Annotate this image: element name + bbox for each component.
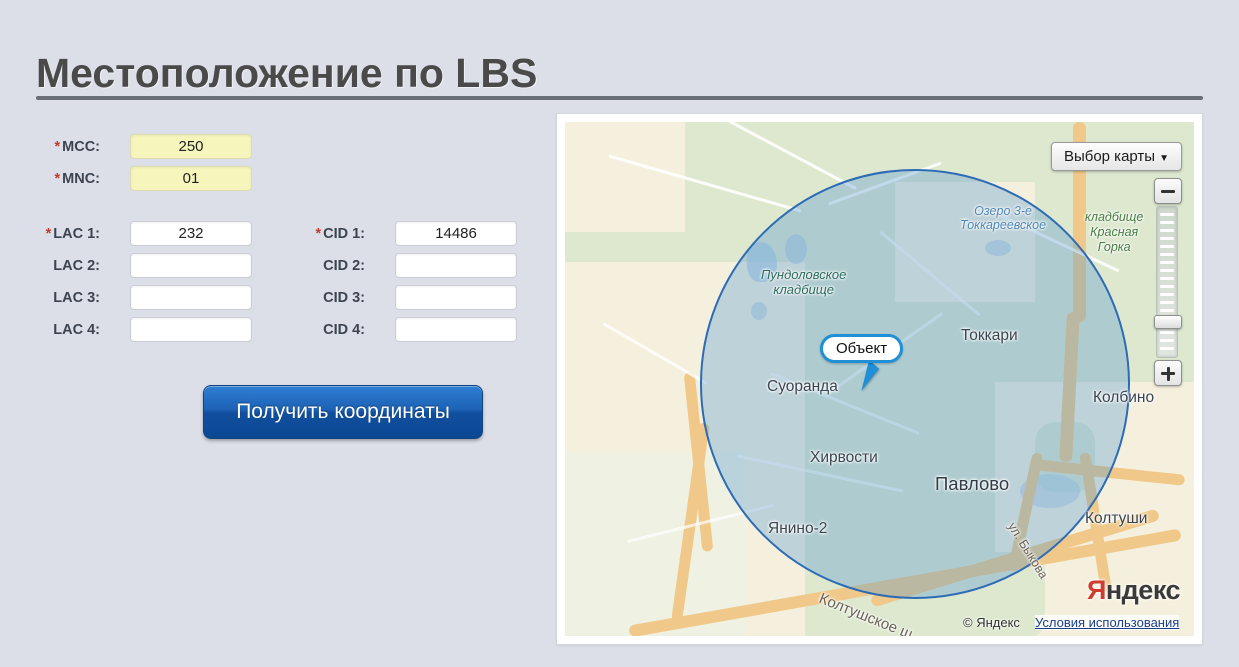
label-mnc: * MNC:: [54, 166, 100, 193]
label-cid1: * CID 1:: [315, 221, 365, 248]
input-mnc[interactable]: [130, 166, 252, 191]
field-row-cid1: * CID 1:: [290, 221, 517, 248]
yandex-logo-rest: ндекс: [1105, 575, 1181, 605]
label-cid1-text: CID 1:: [323, 226, 365, 242]
label-mcc-text: MCC:: [62, 139, 100, 155]
input-lac4[interactable]: [130, 317, 252, 342]
zoom-out-button[interactable]: [1154, 178, 1182, 204]
field-row-lac1: * LAC 1:: [0, 221, 252, 248]
input-cid3[interactable]: [395, 285, 517, 310]
label-cid4: CID 4:: [323, 322, 365, 338]
required-marker-mnc: *: [54, 171, 61, 187]
label-mcc: * MCC:: [54, 134, 100, 161]
map-copyright: © Яндекс: [963, 615, 1020, 630]
field-row-cid4: CID 4:: [290, 317, 517, 344]
map-canvas[interactable]: Озеро 3-е Токкареевское кладбище Красная…: [565, 122, 1194, 636]
zoom-in-button[interactable]: [1154, 360, 1182, 386]
field-row-lac3: LAC 3:: [0, 285, 252, 312]
map-type-selector-label: Выбор карты: [1063, 148, 1156, 165]
map-panel: Озеро 3-е Токкареевское кладбище Красная…: [556, 113, 1203, 645]
required-marker-lac1: *: [45, 226, 52, 242]
label-cid3: CID 3:: [323, 290, 365, 306]
label-lac4: LAC 4:: [53, 322, 100, 338]
input-mcc[interactable]: [130, 134, 252, 159]
field-row-mcc: * MCC:: [0, 134, 252, 161]
field-row-cid2: CID 2:: [290, 253, 517, 280]
input-lac2[interactable]: [130, 253, 252, 278]
yandex-logo-first: Я: [1086, 575, 1106, 605]
accuracy-circle: [700, 169, 1130, 599]
map-type-selector[interactable]: Выбор карты ▼: [1050, 142, 1182, 171]
field-row-lac2: LAC 2:: [0, 253, 252, 280]
get-coordinates-button[interactable]: Получить координаты: [203, 385, 483, 439]
zoom-slider-track[interactable]: [1154, 206, 1182, 358]
input-cid4[interactable]: [395, 317, 517, 342]
required-marker-cid1: *: [315, 226, 322, 242]
label-lac1: * LAC 1:: [46, 221, 100, 248]
object-marker[interactable]: Объект: [820, 334, 904, 363]
input-lac1[interactable]: [130, 221, 252, 246]
title-divider: [36, 96, 1203, 100]
input-lac3[interactable]: [130, 285, 252, 310]
label-lac2: LAC 2:: [53, 258, 100, 274]
field-row-cid3: CID 3:: [290, 285, 517, 312]
label-lac1-text: LAC 1:: [53, 226, 100, 242]
yandex-logo: Яндекс: [1086, 575, 1181, 606]
label-mnc-text: MNC:: [62, 171, 100, 187]
input-cid1[interactable]: [395, 221, 517, 246]
page-title: Местоположение по LBS: [36, 50, 538, 97]
label-lac3: LAC 3:: [53, 290, 100, 306]
label-cid2: CID 2:: [323, 258, 365, 274]
input-cid2[interactable]: [395, 253, 517, 278]
zoom-slider-handle[interactable]: [1154, 315, 1182, 329]
chevron-down-icon: ▼: [1159, 153, 1169, 164]
required-marker-mcc: *: [54, 139, 61, 155]
field-row-lac4: LAC 4:: [0, 317, 252, 344]
field-row-mnc: * MNC:: [0, 166, 252, 193]
zoom-control: [1154, 178, 1182, 386]
terms-of-use-link[interactable]: Условия использования: [1035, 615, 1180, 630]
lbs-locator-page: Местоположение по LBS *MCC: *MNC: *LAC 1…: [0, 0, 1239, 667]
minus-icon: [1161, 190, 1175, 193]
